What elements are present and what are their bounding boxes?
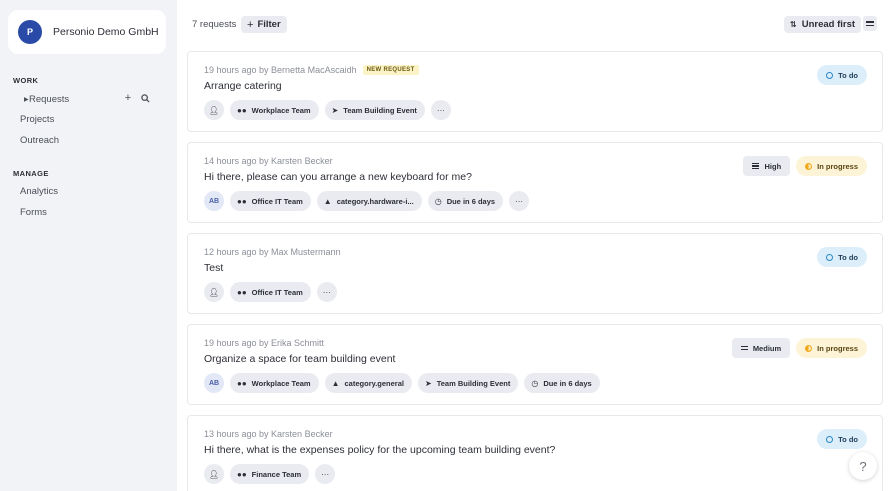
request-card[interactable]: 19 hours ago by Bernetta MacAscaidh NEW …: [187, 51, 883, 132]
section-title-work: WORK: [13, 76, 39, 85]
team-chip[interactable]: ●● Office IT Team: [230, 191, 311, 211]
sort-icon: ⇅: [790, 20, 797, 29]
request-title: Arrange catering: [204, 80, 282, 92]
request-count: 7 requests: [192, 19, 237, 30]
request-meta: 19 hours ago by Bernetta MacAscaidh: [204, 65, 357, 75]
more-icon[interactable]: ···: [430, 100, 451, 120]
todo-status-icon: [826, 435, 834, 443]
sidebar-item-forms[interactable]: Forms: [20, 207, 47, 218]
section-title-manage: MANAGE: [13, 169, 49, 178]
request-title: Hi there, what is the expenses policy fo…: [204, 444, 556, 456]
request-title: Test: [204, 262, 224, 274]
team-chip[interactable]: ●● Office IT Team: [230, 282, 311, 302]
due-date-chip[interactable]: ◷ Due in 6 days: [427, 191, 504, 211]
sidebar-item-analytics[interactable]: Analytics: [20, 186, 58, 197]
status-badge[interactable]: To do: [817, 65, 867, 85]
more-icon[interactable]: ···: [509, 191, 530, 211]
clock-icon: ◷: [531, 378, 539, 388]
project-icon: ➤: [425, 378, 432, 388]
sidebar-item-label: Outreach: [20, 135, 60, 146]
status-badge[interactable]: To do: [817, 247, 867, 267]
priority-icon: [752, 162, 760, 170]
priority-icon: [740, 346, 748, 350]
add-assignee-icon[interactable]: 👤︎: [204, 100, 224, 120]
todo-status-icon: [826, 71, 834, 79]
sidebar-item-projects[interactable]: Projects: [20, 114, 54, 125]
team-chip[interactable]: ●● Finance Team: [230, 464, 310, 484]
workspace-name: Personio Demo GmbH: [53, 26, 159, 38]
team-chip[interactable]: ●● Workplace Team: [230, 100, 319, 120]
add-request-icon[interactable]: +: [123, 92, 133, 104]
request-meta: 19 hours ago by Erika Schmitt: [204, 338, 325, 348]
priority-badge[interactable]: High: [743, 156, 791, 176]
workspace-switcher[interactable]: P Personio Demo GmbH: [8, 10, 166, 54]
status-badge[interactable]: To do: [817, 429, 867, 449]
team-icon: ●●: [237, 287, 247, 297]
category-chip[interactable]: ▲ category.hardware-i...: [316, 191, 422, 211]
status-badge[interactable]: In progress: [796, 156, 867, 176]
sidebar-item-label: Analytics: [20, 186, 59, 197]
request-card[interactable]: 14 hours ago by Karsten Becker Hi there,…: [187, 142, 883, 223]
request-card[interactable]: 19 hours ago by Erika Schmitt Organize a…: [187, 324, 883, 405]
in-progress-status-icon: [805, 162, 813, 170]
category-icon: ▲: [331, 378, 340, 388]
clock-icon: ◷: [434, 196, 442, 206]
workspace-avatar: P: [18, 20, 42, 44]
team-icon: ●●: [237, 105, 247, 115]
request-title: Organize a space for team building event: [204, 353, 396, 365]
new-request-badge: NEW REQUEST: [362, 65, 419, 75]
category-icon: ▲: [323, 196, 332, 206]
project-icon: ➤: [331, 105, 339, 115]
request-card[interactable]: 13 hours ago by Karsten Becker Hi there,…: [187, 415, 883, 491]
sidebar: P Personio Demo GmbH WORK ▶ Requests + P…: [0, 0, 177, 491]
sidebar-item-requests[interactable]: ▶ Requests: [24, 94, 70, 105]
help-button[interactable]: ?: [849, 452, 877, 480]
todo-status-icon: [826, 253, 834, 261]
team-icon: ●●: [237, 469, 247, 479]
request-meta: 13 hours ago by Karsten Becker: [204, 429, 333, 439]
request-meta: 14 hours ago by Karsten Becker: [204, 156, 333, 166]
sidebar-item-label: Forms: [20, 207, 47, 218]
more-icon[interactable]: ···: [316, 282, 337, 302]
team-chip[interactable]: ●● Workplace Team: [230, 373, 319, 393]
due-date-chip[interactable]: ◷ Due in 6 days: [524, 373, 600, 393]
add-assignee-icon[interactable]: 👤︎: [204, 282, 224, 302]
more-icon[interactable]: ···: [315, 464, 336, 484]
status-badge[interactable]: In progress: [796, 338, 867, 358]
project-chip[interactable]: ➤ Team Building Event: [418, 373, 519, 393]
priority-badge[interactable]: Medium: [731, 338, 791, 358]
category-chip[interactable]: ▲ category.general: [324, 373, 412, 393]
project-chip[interactable]: ➤ Team Building Event: [324, 100, 425, 120]
sort-button[interactable]: ⇅ Unread first: [784, 16, 862, 33]
sidebar-item-label: Projects: [20, 114, 55, 125]
sidebar-item-outreach[interactable]: Outreach: [20, 135, 59, 146]
assignee-avatar[interactable]: AB: [204, 373, 224, 393]
requests-list: 7 requests + Filter ⇅ Unread first 19 ho…: [177, 0, 890, 491]
plus-icon: +: [247, 18, 254, 31]
view-toggle-icon[interactable]: [863, 16, 877, 31]
team-icon: ●●: [237, 196, 247, 206]
search-icon[interactable]: [140, 93, 150, 103]
assignee-avatar[interactable]: AB: [204, 191, 224, 211]
team-icon: ●●: [237, 378, 247, 388]
filter-button[interactable]: + Filter: [241, 16, 287, 33]
in-progress-status-icon: [805, 344, 813, 352]
caret-right-icon: ▶: [24, 97, 29, 103]
request-meta: 12 hours ago by Max Mustermann: [204, 247, 341, 257]
sidebar-item-label: Requests: [29, 94, 70, 105]
request-card[interactable]: 12 hours ago by Max Mustermann Test 👤︎ ●…: [187, 233, 883, 314]
request-title: Hi there, please can you arrange a new k…: [204, 171, 472, 183]
add-assignee-icon[interactable]: 👤︎: [204, 464, 224, 484]
